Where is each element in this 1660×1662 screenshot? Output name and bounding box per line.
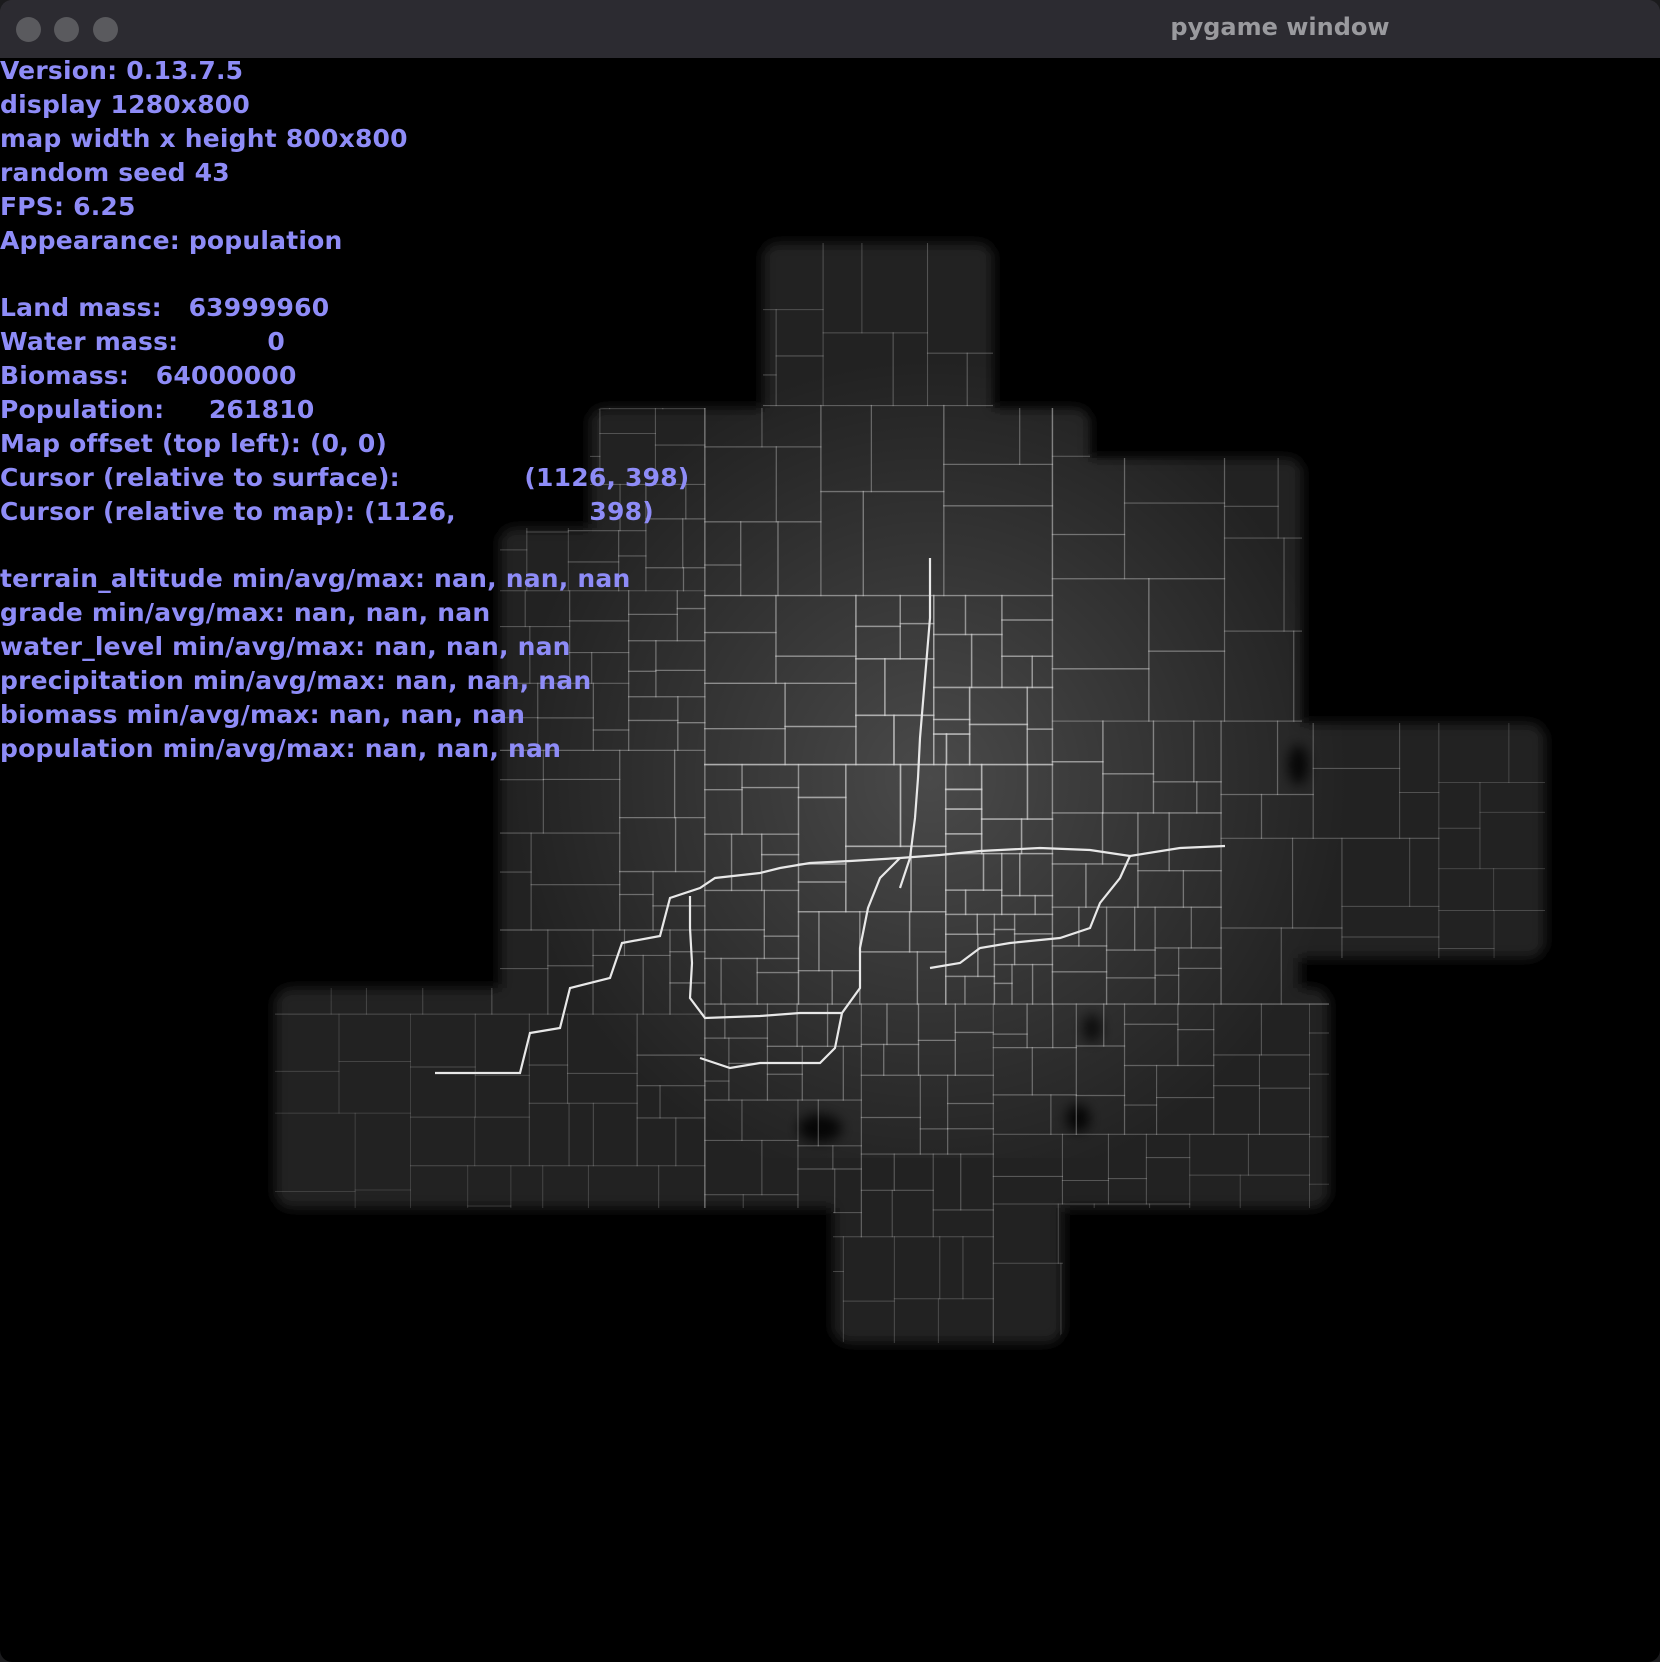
seed-text: random seed 43	[0, 158, 230, 187]
window-title: pygame window	[1170, 13, 1390, 41]
population-text: Population: 261810	[0, 395, 315, 424]
appearance-text: Appearance: population	[0, 226, 343, 255]
fps-text: FPS: 6.25	[0, 192, 136, 221]
water-level-stats: water_level min/avg/max: nan, nan, nan	[0, 632, 571, 661]
zoom-window-button[interactable]	[93, 17, 118, 42]
land-mass-text: Land mass: 63999960	[0, 293, 330, 322]
terrain-altitude-stats: terrain_altitude min/avg/max: nan, nan, …	[0, 564, 631, 593]
display-text: display 1280x800	[0, 90, 251, 119]
cursor-map-text: Cursor (relative to map): (1126, 398)	[0, 497, 654, 526]
population-stats: population min/avg/max: nan, nan, nan	[0, 734, 562, 763]
map-offset-text: Map offset (top left): (0, 0)	[0, 429, 388, 458]
title-bar[interactable]: pygame window	[0, 0, 1660, 59]
map-size-text: map width x height 800x800	[0, 124, 408, 153]
precipitation-stats: precipitation min/avg/max: nan, nan, nan	[0, 666, 592, 695]
cursor-surface-text: Cursor (relative to surface): (1126, 398…	[0, 463, 690, 492]
biomass-text: Biomass: 64000000	[0, 361, 297, 390]
grade-stats: grade min/avg/max: nan, nan, nan	[0, 598, 491, 627]
water-mass-text: Water mass: 0	[0, 327, 286, 356]
minimize-window-button[interactable]	[54, 17, 79, 42]
biomass-stats: biomass min/avg/max: nan, nan, nan	[0, 700, 526, 729]
version-text: Version: 0.13.7.5	[0, 56, 244, 85]
close-window-button[interactable]	[16, 17, 41, 42]
pygame-window: pygame window Version: 0.13.7.5 display …	[0, 0, 1660, 1662]
